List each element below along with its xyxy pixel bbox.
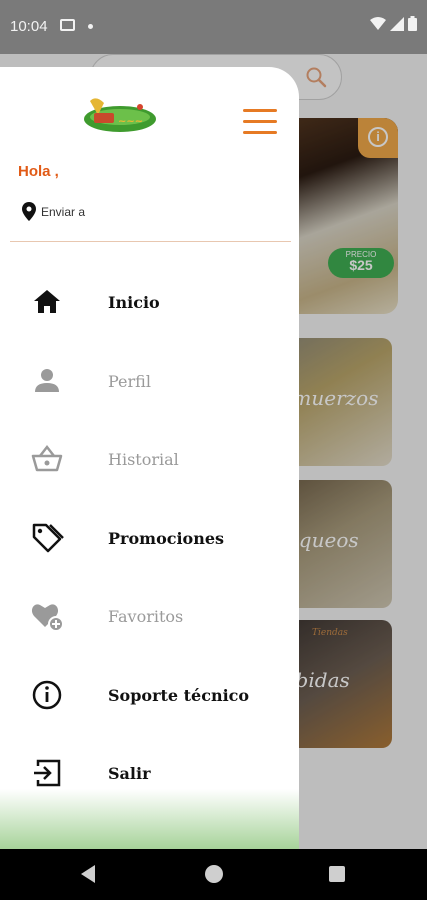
signal-icon: [390, 16, 404, 31]
menu-item-favoritos[interactable]: Favoritos: [0, 587, 299, 647]
menu-item-soporte[interactable]: Soporte técnico: [0, 666, 299, 726]
menu-item-perfil[interactable]: Perfil: [0, 352, 299, 412]
status-time: 10:04: [10, 18, 48, 35]
exit-icon: [34, 759, 61, 787]
status-icons: [370, 16, 417, 31]
tag-icon: [32, 523, 64, 553]
gallery-notification-icon: [60, 19, 75, 31]
menu-item-historial[interactable]: Historial: [0, 430, 299, 490]
person-icon: [35, 369, 59, 392]
menu-item-label: Salir: [108, 764, 151, 783]
send-to-label: Enviar a: [41, 204, 86, 219]
location-pin-icon: [22, 202, 36, 221]
status-bar: 10:04: [0, 0, 427, 54]
back-icon[interactable]: [81, 865, 95, 883]
hamburger-line: [243, 109, 277, 112]
recent-apps-icon[interactable]: [329, 866, 345, 882]
menu-item-label: Favoritos: [108, 607, 184, 626]
battery-icon: [408, 16, 417, 31]
menu-item-label: Soporte técnico: [108, 686, 250, 705]
menu-hamburger-button[interactable]: [240, 107, 278, 137]
navigation-drawer: ~~~ Hola , Enviar a Inicio Perfil Histor…: [0, 67, 299, 849]
menu-item-label: Historial: [108, 450, 179, 469]
send-to-location[interactable]: Enviar a: [22, 202, 85, 221]
info-icon: [32, 680, 62, 710]
system-navigation-bar: [0, 849, 427, 900]
menu-item-promociones[interactable]: Promociones: [0, 509, 299, 569]
restaurant-logo: ~~~: [84, 98, 156, 132]
hamburger-line: [243, 120, 277, 123]
svg-text:~~~: ~~~: [118, 116, 143, 127]
wifi-icon: [370, 16, 386, 30]
menu-item-inicio[interactable]: Inicio: [0, 273, 299, 333]
menu-item-label: Perfil: [108, 372, 151, 391]
basket-icon: [31, 444, 63, 472]
drawer-divider: [10, 241, 291, 242]
menu-item-label: Inicio: [108, 293, 160, 312]
home-nav-icon[interactable]: [205, 865, 223, 883]
greeting-text: Hola ,: [18, 163, 59, 180]
drawer-bottom-gradient: [0, 789, 299, 849]
hamburger-line: [243, 131, 277, 134]
heart-add-icon: [31, 604, 64, 632]
menu-item-label: Promociones: [108, 529, 225, 548]
notification-dot-icon: [88, 24, 93, 29]
home-icon: [34, 290, 60, 313]
